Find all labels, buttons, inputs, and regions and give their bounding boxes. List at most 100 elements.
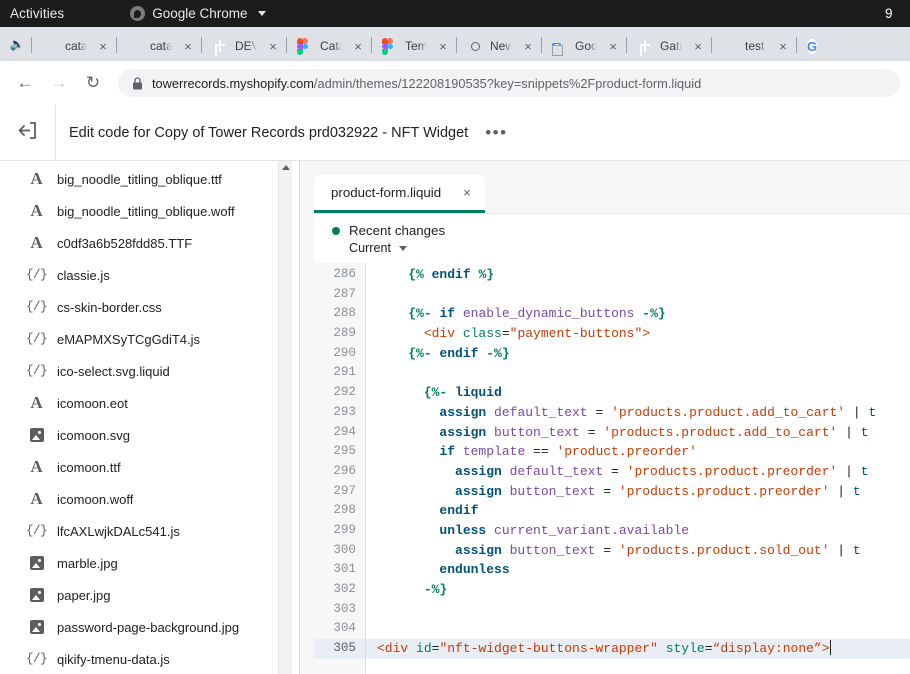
- browser-tab[interactable]: G Goo ×: [543, 31, 625, 61]
- code-line[interactable]: assign button_text = 'products.product.s…: [366, 541, 910, 561]
- scroll-up-icon[interactable]: [282, 165, 290, 170]
- google-translate-icon: G: [552, 38, 568, 54]
- file-list-item[interactable]: {/}ico-select.svg.liquid: [0, 355, 300, 387]
- browser-tab[interactable]: cata ×: [33, 31, 115, 61]
- close-icon[interactable]: ×: [463, 186, 471, 199]
- code-token: style: [666, 641, 705, 656]
- active-app-menu[interactable]: Google Chrome: [130, 6, 265, 21]
- browser-tab[interactable]: Gati ×: [628, 31, 710, 61]
- code-line[interactable]: assign button_text = 'products.product.p…: [366, 482, 910, 502]
- code-token: button_text: [502, 543, 603, 558]
- code-line[interactable]: <div class="payment-buttons">: [366, 324, 910, 344]
- browser-tab[interactable]: test ×: [713, 31, 795, 61]
- close-icon[interactable]: ×: [435, 38, 451, 54]
- editor-pane: product-form.liquid × Recent changes Cur…: [300, 161, 910, 674]
- browser-tab[interactable]: cata ×: [118, 31, 200, 61]
- figma-icon: [382, 38, 398, 54]
- code-content[interactable]: {% endif %} {%- if enable_dynamic_button…: [366, 263, 910, 674]
- recent-changes-label: Recent changes: [349, 223, 445, 238]
- forward-button[interactable]: →: [44, 68, 74, 98]
- code-line[interactable]: [366, 600, 910, 620]
- file-list-item[interactable]: icomoon.svg: [0, 419, 300, 451]
- file-list-item[interactable]: {/}classie.js: [0, 259, 300, 291]
- code-editor[interactable]: 2862872882892902912922932942952962972982…: [314, 263, 910, 674]
- browser-tab[interactable]: New ×: [458, 31, 540, 61]
- code-line[interactable]: unless current_variant.available: [366, 521, 910, 541]
- line-number-gutter: 2862872882892902912922932942952962972982…: [314, 263, 366, 674]
- file-list-item[interactable]: password-page-background.jpg: [0, 611, 300, 643]
- clock[interactable]: 9: [885, 0, 907, 27]
- code-line[interactable]: <div id="nft-widget-buttons-wrapper" sty…: [366, 639, 910, 659]
- exit-button[interactable]: [0, 105, 56, 161]
- code-token: -%}: [478, 346, 509, 361]
- close-icon[interactable]: ×: [520, 38, 536, 54]
- file-list-item[interactable]: Aicomoon.eot: [0, 387, 300, 419]
- code-token: [377, 562, 439, 577]
- editor-tab-product-form[interactable]: product-form.liquid ×: [314, 175, 485, 213]
- browser-tab[interactable]: Cata ×: [288, 31, 370, 61]
- back-button[interactable]: ←: [10, 68, 40, 98]
- tab-divider: [201, 37, 202, 53]
- code-line[interactable]: assign default_text = 'products.product.…: [366, 403, 910, 423]
- font-file-icon: A: [27, 201, 46, 221]
- code-line[interactable]: endunless: [366, 560, 910, 580]
- close-icon[interactable]: ×: [180, 38, 196, 54]
- code-line[interactable]: assign default_text = 'products.product.…: [366, 462, 910, 482]
- file-list-item[interactable]: Aicomoon.ttf: [0, 451, 300, 483]
- code-token: [377, 503, 439, 518]
- line-number: 288: [314, 304, 365, 324]
- code-line[interactable]: {%- endif -%}: [366, 344, 910, 364]
- file-list-item[interactable]: Aicomoon.woff: [0, 483, 300, 515]
- reload-button[interactable]: ↻: [78, 68, 108, 98]
- tab-audio-icon[interactable]: 🔈: [4, 31, 30, 61]
- lock-icon: [132, 77, 143, 90]
- file-list-item[interactable]: Abig_noodle_titling_oblique.ttf: [0, 163, 300, 195]
- close-icon[interactable]: ×: [265, 38, 281, 54]
- file-list-item[interactable]: {/}eMAPMXSyTCgGdiT4.js: [0, 323, 300, 355]
- line-number: 300: [314, 541, 365, 561]
- line-number: 294: [314, 423, 365, 443]
- address-bar[interactable]: towerrecords.myshopify.com/admin/themes/…: [118, 69, 900, 97]
- url-host: towerrecords.myshopify.com: [152, 76, 314, 91]
- os-top-bar: Activities Google Chrome 9: [0, 0, 910, 27]
- tab-title: Goo: [575, 39, 598, 53]
- file-list-item[interactable]: Abig_noodle_titling_oblique.woff: [0, 195, 300, 227]
- code-line[interactable]: [366, 363, 910, 383]
- code-token: "payment-buttons": [510, 326, 643, 341]
- text-cursor: [830, 640, 832, 655]
- close-icon[interactable]: ×: [95, 38, 111, 54]
- close-icon[interactable]: ×: [605, 38, 621, 54]
- code-line[interactable]: {%- if enable_dynamic_buttons -%}: [366, 304, 910, 324]
- activities-button[interactable]: Activities: [0, 6, 64, 21]
- code-line[interactable]: endif: [366, 501, 910, 521]
- code-token: endif: [439, 346, 478, 361]
- more-actions-button[interactable]: •••: [485, 128, 507, 138]
- code-line[interactable]: -%}: [366, 580, 910, 600]
- code-line[interactable]: assign button_text = 'products.product.a…: [366, 423, 910, 443]
- code-token: id: [416, 641, 432, 656]
- file-list-item[interactable]: {/}cs-skin-border.css: [0, 291, 300, 323]
- file-list-item[interactable]: paper.jpg: [0, 579, 300, 611]
- code-token: unless: [439, 523, 486, 538]
- browser-tab[interactable]: DEV ×: [203, 31, 285, 61]
- code-line[interactable]: if template == 'product.preorder': [366, 442, 910, 462]
- code-token: [377, 346, 408, 361]
- version-selector[interactable]: Current: [349, 241, 910, 255]
- code-line[interactable]: {%- liquid: [366, 383, 910, 403]
- close-icon[interactable]: ×: [350, 38, 366, 54]
- browser-tab[interactable]: G: [798, 31, 824, 61]
- file-list-item[interactable]: marble.jpg: [0, 547, 300, 579]
- browser-tab[interactable]: Tem ×: [373, 31, 455, 61]
- code-line[interactable]: [366, 285, 910, 305]
- tab-title: Cata: [320, 39, 343, 53]
- file-list-item[interactable]: {/}qikify-tmenu-data.js: [0, 643, 300, 674]
- sidebar-scrollbar[interactable]: [278, 161, 292, 674]
- close-icon[interactable]: ×: [690, 38, 706, 54]
- tab-divider: [796, 37, 797, 53]
- file-list-item[interactable]: {/}lfcAXLwjkDALc541.js: [0, 515, 300, 547]
- code-line[interactable]: {% endif %}: [366, 265, 910, 285]
- close-icon[interactable]: ×: [775, 38, 791, 54]
- code-line[interactable]: [366, 619, 910, 639]
- file-list-item[interactable]: Ac0df3a6b528fdd85.TTF: [0, 227, 300, 259]
- font-file-icon: A: [27, 489, 46, 509]
